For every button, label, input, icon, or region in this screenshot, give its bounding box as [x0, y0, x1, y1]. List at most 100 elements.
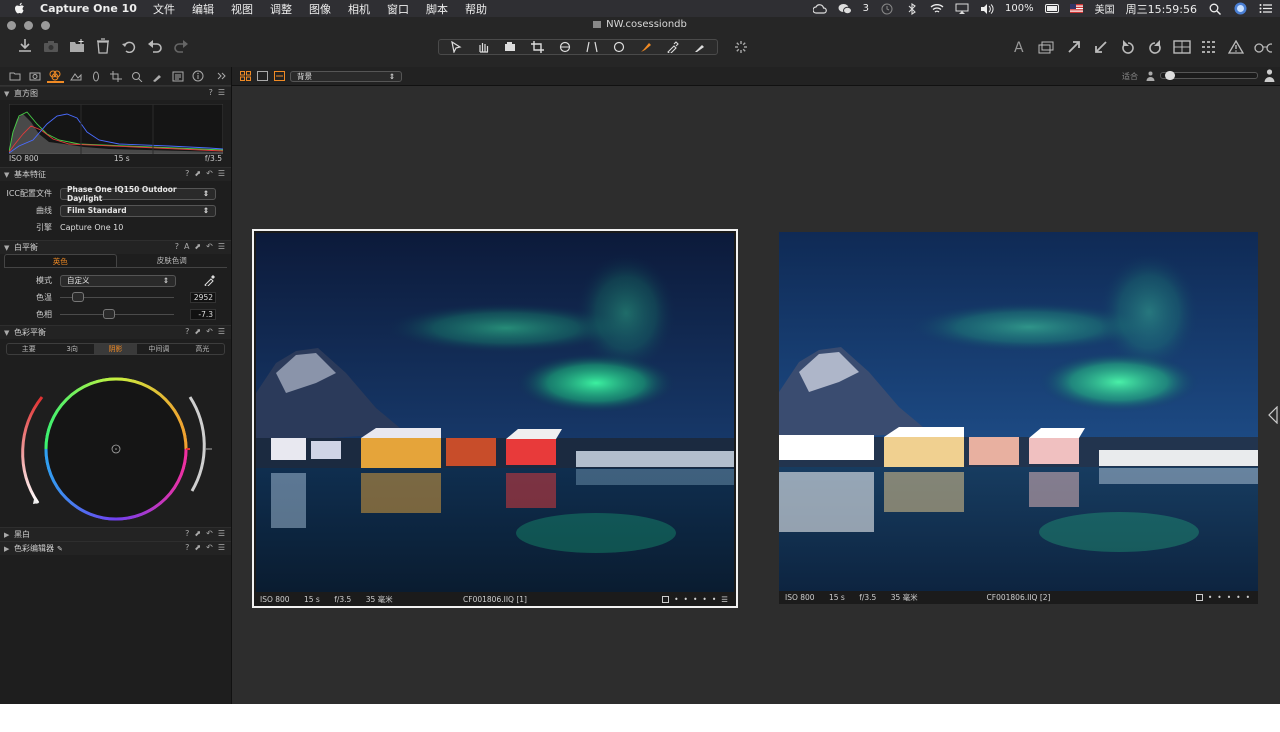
pan-hand-icon[interactable]	[475, 40, 493, 54]
rating-dot[interactable]: •	[674, 595, 678, 604]
copy-apply-icon[interactable]	[1065, 38, 1083, 56]
creative-cloud-icon[interactable]	[812, 3, 827, 15]
color-tag-icon[interactable]	[662, 595, 670, 603]
cb-tab-master[interactable]: 主要	[7, 344, 50, 354]
composition-tab-icon[interactable]	[108, 69, 125, 83]
kelvin-slider[interactable]	[60, 292, 174, 302]
photo-1-image[interactable]	[256, 233, 734, 592]
fit-label[interactable]: 适合	[1122, 71, 1138, 82]
import-icon[interactable]	[16, 37, 34, 55]
undo-icon[interactable]	[146, 37, 164, 55]
collapse-chevron-icon[interactable]: ▼	[4, 244, 14, 252]
kelvin-value[interactable]: 2952	[190, 292, 216, 303]
spot-removal-icon[interactable]	[610, 40, 628, 54]
more-tabs-icon[interactable]	[214, 69, 231, 83]
icc-profile-select[interactable]: Phase One IQ150 Outdoor Daylight ⇕	[60, 185, 216, 203]
menu-view[interactable]: 视图	[231, 1, 253, 17]
wb-mode-select[interactable]: 自定义 ⇕	[60, 274, 176, 287]
menu-icon[interactable]: ☰	[218, 529, 225, 538]
volume-icon[interactable]	[980, 3, 994, 15]
zoom-slider-handle[interactable]	[1165, 71, 1175, 80]
spotlight-search-icon[interactable]	[1208, 3, 1222, 15]
tint-slider-handle[interactable]	[103, 309, 115, 319]
battery-icon[interactable]	[1044, 3, 1059, 15]
collapse-chevron-icon[interactable]: ▼	[4, 171, 14, 179]
menu-icon[interactable]: ☰	[218, 169, 225, 178]
wifi-icon[interactable]	[930, 3, 944, 15]
expand-chevron-icon[interactable]: ▶	[4, 545, 14, 553]
layout-multi-icon[interactable]	[240, 71, 251, 84]
stack-icon[interactable]	[1038, 38, 1056, 56]
cb-tab-shadows[interactable]: 阴影	[93, 344, 138, 354]
expand-chevron-icon[interactable]: ▶	[4, 531, 14, 539]
wb-tab-color[interactable]: 英色	[4, 254, 117, 267]
details-tab-icon[interactable]	[128, 69, 145, 83]
tint-slider[interactable]	[60, 309, 174, 319]
photo-2-image[interactable]	[779, 232, 1258, 591]
rotate-right-icon[interactable]	[1146, 38, 1164, 56]
local-adjust-tab-icon[interactable]	[149, 69, 166, 83]
color-picker-icon[interactable]	[664, 40, 682, 54]
collapse-chevron-icon[interactable]: ▼	[4, 90, 14, 98]
help-icon[interactable]: ?	[185, 543, 189, 552]
rating-dot[interactable]: •	[702, 595, 706, 604]
grid-icon[interactable]	[1200, 38, 1218, 56]
cb-tab-3way[interactable]: 3向	[50, 344, 93, 354]
wechat-icon[interactable]	[838, 3, 852, 15]
color-balance-header[interactable]: ▼ 色彩平衡 ? ⬈ ↶ ☰	[0, 325, 231, 339]
copy-apply-small-icon[interactable]: ⬈	[194, 242, 201, 251]
histogram-header[interactable]: ▼ 直方图 ? ☰	[0, 86, 231, 100]
help-icon[interactable]: ?	[185, 327, 189, 336]
notification-center-icon[interactable]	[1258, 3, 1272, 15]
bluetooth-icon[interactable]	[905, 2, 919, 15]
color-tab-icon[interactable]	[46, 69, 65, 83]
exposure-tab-icon[interactable]	[67, 69, 84, 83]
menu-adjust[interactable]: 调整	[270, 1, 292, 17]
basic-characteristics-header[interactable]: ▼ 基本特征 ? ⬈ ↶ ☰	[0, 167, 231, 181]
copy-apply-small-icon[interactable]: ⬈	[194, 543, 201, 552]
layout-single-icon[interactable]	[257, 71, 268, 84]
reset-icon[interactable]: ↶	[206, 543, 213, 552]
airplay-icon[interactable]	[955, 3, 969, 15]
reset-icon[interactable]: ↶	[206, 242, 213, 251]
copy-adjustments-icon[interactable]	[691, 40, 709, 54]
photo-1-rating[interactable]: • • • • • ☰	[662, 595, 728, 604]
help-icon[interactable]: ?	[209, 88, 213, 97]
rating-dot[interactable]: •	[1208, 593, 1212, 602]
rotate-tool-icon[interactable]	[556, 40, 574, 54]
zoom-slider[interactable]	[1160, 71, 1258, 80]
cb-tab-midtones[interactable]: 中间调	[137, 344, 180, 354]
rating-dot[interactable]: •	[1227, 593, 1231, 602]
photo-frame-1[interactable]: ISO 800 15 s f/3.5 35 毫米 CF001806.IIQ [1…	[252, 229, 738, 608]
reset-icon[interactable]: ↶	[206, 327, 213, 336]
new-folder-icon[interactable]	[68, 37, 86, 55]
reset-icon[interactable]: ↶	[206, 169, 213, 178]
wb-tab-skin[interactable]: 皮肤色调	[117, 254, 228, 267]
menu-icon[interactable]: ☰	[218, 327, 225, 336]
tint-value[interactable]: -7.3	[190, 309, 216, 320]
redo-icon[interactable]	[172, 37, 190, 55]
library-tab-icon[interactable]	[6, 69, 23, 83]
reset-icon[interactable]: ↶	[206, 529, 213, 538]
copy-apply-small-icon[interactable]: ⬈	[194, 327, 201, 336]
capture-tab-icon[interactable]	[26, 69, 43, 83]
menu-icon[interactable]: ☰	[218, 543, 225, 552]
apple-icon[interactable]	[14, 2, 28, 15]
metadata-tab-icon[interactable]	[169, 69, 186, 83]
bw-header[interactable]: ▶ 黑白 ? ⬈ ↶ ☰	[0, 527, 231, 541]
clock[interactable]: 周三15:59:56	[1126, 1, 1197, 17]
brush-tool-icon[interactable]	[637, 40, 655, 54]
menu-window[interactable]: 窗口	[387, 1, 409, 17]
keystone-icon[interactable]	[583, 40, 601, 54]
capture-camera-icon[interactable]	[42, 37, 60, 55]
curve-select[interactable]: Film Standard ⇕	[60, 204, 216, 217]
proof-glasses-icon[interactable]	[1254, 38, 1272, 56]
rating-dot[interactable]: •	[1246, 593, 1250, 602]
copy-apply-small-icon[interactable]: ⬈	[194, 529, 201, 538]
info-tab-icon[interactable]	[189, 69, 206, 83]
options-menu-icon[interactable]: ☰	[721, 595, 728, 604]
exposure-warning-icon[interactable]	[1227, 38, 1245, 56]
trash-icon[interactable]	[94, 37, 112, 55]
lens-tab-icon[interactable]	[87, 69, 104, 83]
menu-file[interactable]: 文件	[153, 1, 175, 17]
